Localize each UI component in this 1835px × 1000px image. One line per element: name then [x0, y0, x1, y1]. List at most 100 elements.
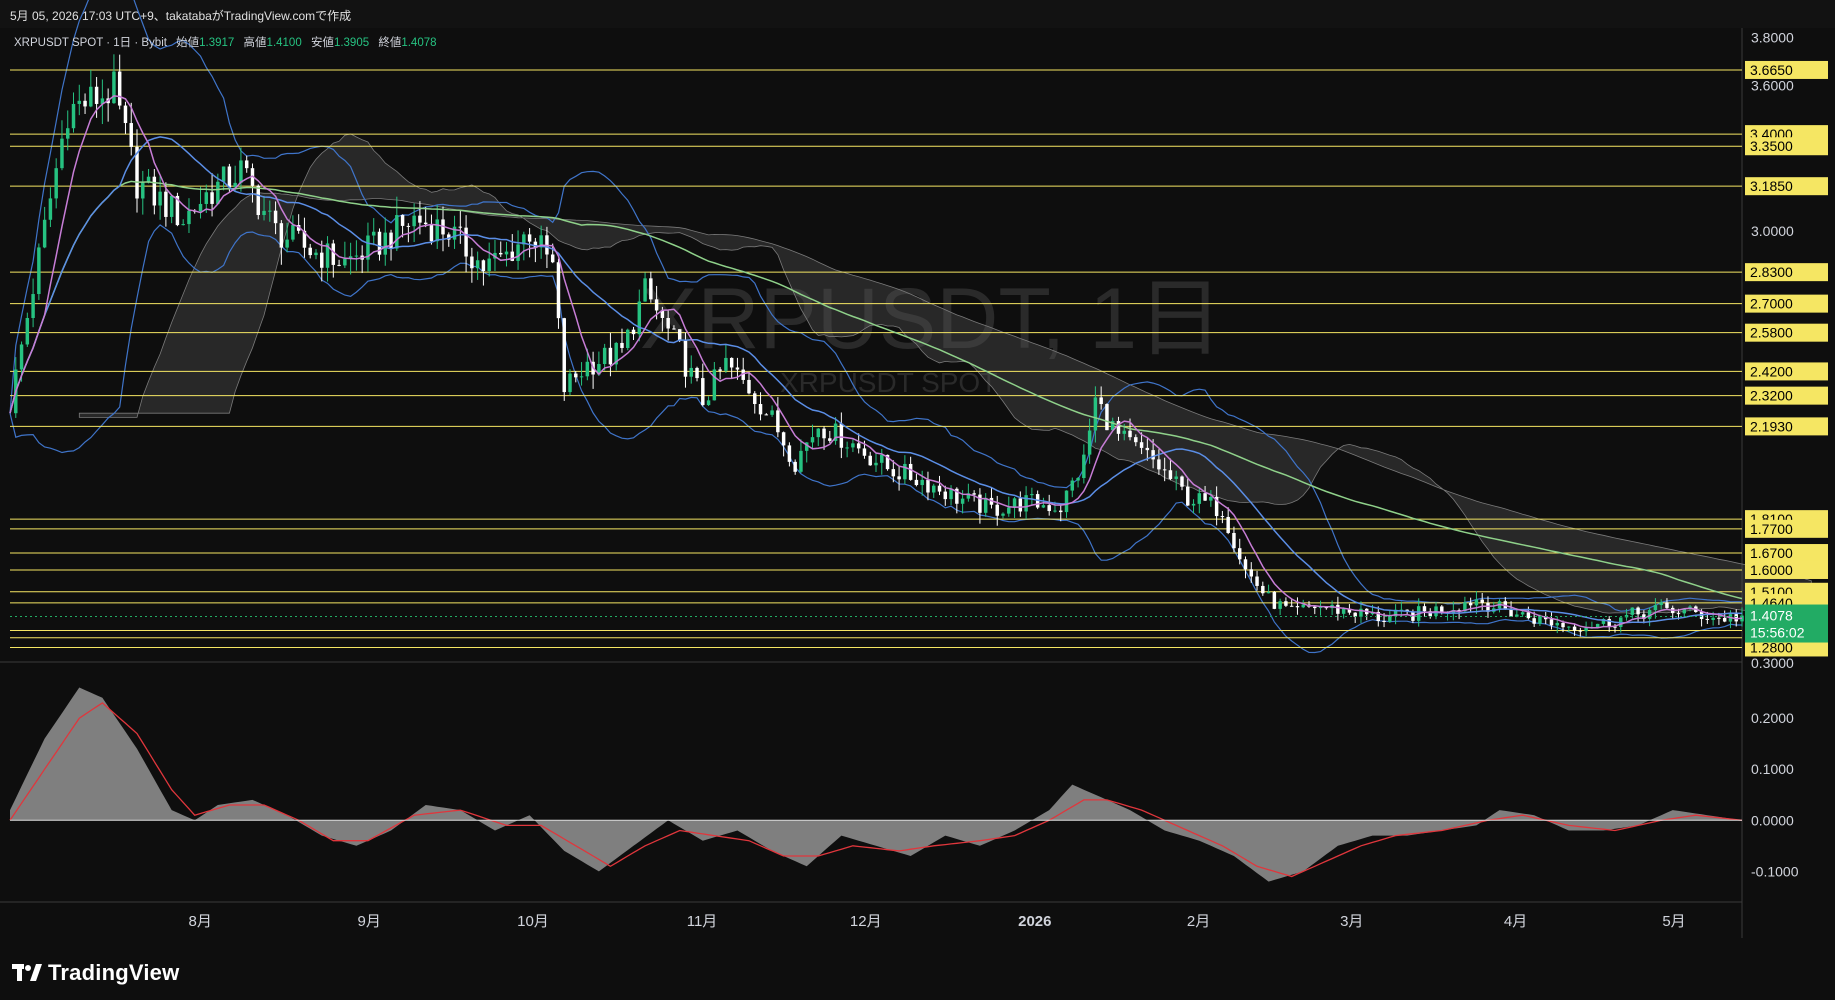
candle-body-41 [244, 160, 249, 169]
candle-body-153 [891, 469, 896, 477]
candle-body-100 [585, 361, 590, 377]
candle-body-96 [562, 318, 566, 393]
candle-body-214 [1243, 559, 1248, 570]
candle-body-154 [897, 476, 901, 480]
candle-body-133 [776, 410, 780, 433]
candle-body-53 [314, 252, 318, 256]
candle-body-184 [1070, 480, 1075, 491]
candle-body-202 [1174, 476, 1178, 479]
level-label-4: 2.8300 [1750, 264, 1793, 280]
candle-body-109 [637, 301, 642, 335]
candle-body-48 [285, 239, 289, 248]
candle-body-131 [764, 414, 769, 416]
candle-body-103 [602, 347, 607, 365]
candle-body-282 [1636, 607, 1640, 615]
candle-body-221 [1284, 601, 1288, 606]
candle-body-40 [239, 160, 243, 183]
candle-body-159 [926, 479, 930, 493]
candle-body-150 [874, 462, 878, 466]
candle-body-157 [914, 479, 919, 486]
tradingview-logo-icon [12, 964, 42, 981]
candle-body-70 [412, 215, 416, 227]
candle-body-46 [273, 210, 278, 224]
candle-body-86 [504, 251, 509, 255]
candle-body-254 [1474, 599, 1479, 606]
candle-body-197 [1145, 447, 1150, 451]
candle-body-54 [320, 252, 324, 268]
countdown-timer: 15:56:02 [1750, 625, 1805, 641]
level-label-7: 2.4200 [1750, 363, 1793, 379]
symbol-label: XRPUSDT SPOT · 1日 · Bybit [14, 37, 167, 49]
candle-body-117 [683, 340, 688, 377]
time-axis-label-7: 3月 [1340, 913, 1363, 930]
candle-body-245 [1422, 606, 1427, 612]
close-label: 終値 [378, 37, 402, 49]
time-axis-label-4: 12月 [850, 913, 882, 930]
candle-body-134 [781, 432, 786, 446]
candle-body-169 [983, 497, 988, 513]
candle-body-122 [712, 369, 717, 401]
candle-body-82 [481, 260, 486, 272]
candle-body-158 [920, 479, 924, 486]
high-label: 高値 [243, 37, 267, 49]
level-label-6: 2.5800 [1750, 325, 1793, 341]
candle-body-296 [1717, 617, 1721, 619]
candle-body-253 [1468, 602, 1473, 606]
candle-body-271 [1572, 626, 1577, 631]
candle-body-123 [718, 369, 722, 371]
candle-body-182 [1059, 510, 1063, 513]
candle-body-9 [60, 138, 64, 169]
candle-body-207 [1203, 493, 1207, 501]
candle-body-183 [1064, 490, 1069, 513]
price-chart[interactable]: XRPUSDT, 1日XRPUSDT SPOT3.80003.60003.000… [0, 0, 1835, 1000]
candle-body-189 [1099, 397, 1103, 405]
candle-body-264 [1532, 618, 1536, 624]
candle-body-43 [256, 185, 260, 216]
candle-body-83 [487, 258, 491, 272]
candle-body-195 [1134, 437, 1138, 443]
candle-body-208 [1209, 496, 1213, 501]
candle-body-111 [649, 278, 653, 300]
candle-body-119 [695, 367, 699, 379]
candle-body-200 [1162, 469, 1167, 471]
candle-body-18 [112, 71, 116, 104]
candle-body-38 [227, 166, 232, 188]
candle-body-155 [903, 463, 907, 480]
candle-body-34 [204, 192, 209, 204]
candle-body-81 [475, 260, 480, 269]
candle-body-19 [117, 71, 122, 106]
open-value: 1.3917 [199, 37, 235, 49]
level-label-2: 3.3500 [1750, 138, 1793, 154]
tradingview-logo[interactable]: TradingView [12, 960, 179, 986]
candle-body-203 [1180, 476, 1184, 487]
tradingview-brand-text: TradingView [48, 960, 180, 985]
candle-body-112 [654, 299, 659, 311]
time-axis-label-2: 10月 [517, 913, 549, 930]
candle-body-262 [1520, 612, 1525, 615]
candle-body-137 [799, 450, 803, 472]
candle-body-289 [1676, 613, 1681, 615]
candle-body-57 [337, 264, 341, 266]
candle-body-130 [758, 404, 763, 415]
candle-body-71 [418, 215, 422, 223]
level-label-3: 3.1850 [1750, 178, 1793, 194]
candle-body-267 [1549, 619, 1554, 626]
time-axis-label-3: 11月 [687, 913, 718, 930]
candle-body-6 [42, 219, 47, 248]
level-label-12: 1.6700 [1750, 545, 1793, 561]
candle-body-132 [770, 410, 774, 415]
candle-body-212 [1232, 532, 1236, 549]
candle-body-95 [556, 262, 561, 319]
candle-body-79 [464, 227, 468, 257]
candle-body-223 [1295, 606, 1300, 608]
candle-body-108 [631, 329, 636, 335]
candle-body-88 [516, 244, 520, 261]
candle-body-285 [1653, 605, 1658, 611]
candle-body-272 [1578, 630, 1583, 632]
level-label-8: 2.3200 [1750, 388, 1793, 404]
candle-body-142 [828, 438, 832, 441]
candle-body-10 [66, 128, 70, 139]
candle-body-287 [1665, 602, 1669, 608]
candle-body-144 [839, 423, 844, 448]
candle-body-5 [37, 247, 41, 295]
